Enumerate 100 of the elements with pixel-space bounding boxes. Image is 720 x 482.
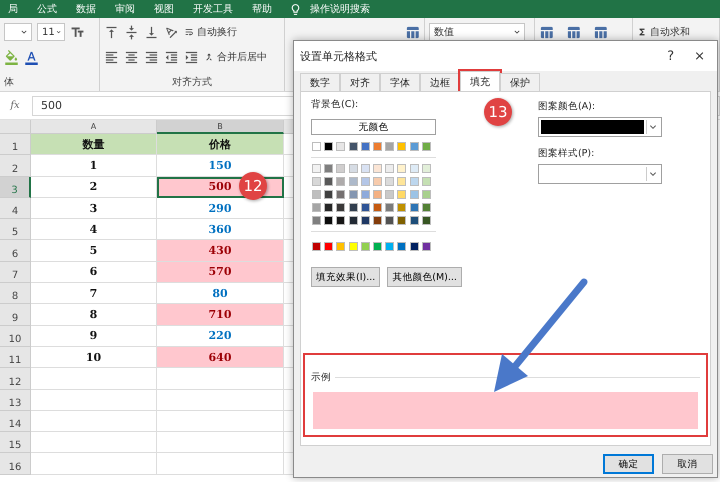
ribbon-tab[interactable]: 帮助 <box>244 2 283 16</box>
dialog-tab[interactable]: 边框 <box>420 73 460 91</box>
column-header[interactable]: B <box>157 120 284 134</box>
font-size-field[interactable]: 11 <box>37 23 65 41</box>
wrap-text-button[interactable]: 自动换行 <box>184 25 237 39</box>
align-left-icon[interactable] <box>104 50 119 64</box>
color-swatch[interactable] <box>372 177 382 186</box>
color-swatch[interactable] <box>422 164 431 173</box>
color-swatch[interactable] <box>360 242 370 251</box>
ribbon-tab[interactable]: 局 <box>0 2 29 16</box>
pattern-color-dropdown[interactable] <box>538 117 662 137</box>
align-bottom-icon[interactable] <box>144 24 159 40</box>
color-swatch[interactable] <box>324 216 334 225</box>
color-swatch[interactable] <box>397 242 406 251</box>
row-header[interactable]: 11 <box>0 346 31 368</box>
color-swatch[interactable] <box>385 177 394 186</box>
align-center-icon[interactable] <box>124 50 139 64</box>
sigma-icon[interactable] <box>637 27 647 37</box>
color-swatch[interactable] <box>372 203 382 212</box>
font-name-field[interactable] <box>4 23 32 41</box>
color-swatch[interactable] <box>397 142 406 151</box>
indent-decrease-icon[interactable] <box>164 50 179 64</box>
color-swatch[interactable] <box>372 216 382 225</box>
no-color-button[interactable]: 无颜色 <box>311 119 436 135</box>
ok-button[interactable]: 确定 <box>603 454 654 474</box>
color-swatch[interactable] <box>348 203 358 212</box>
merge-center-button[interactable]: 合并后居中 <box>204 50 267 64</box>
ribbon-tab[interactable]: 开发工具 <box>185 2 244 16</box>
number-format-field[interactable]: 数值 <box>429 23 525 41</box>
align-top-icon[interactable] <box>104 24 119 40</box>
color-swatch[interactable] <box>372 190 382 199</box>
column-header[interactable]: A <box>31 120 157 134</box>
ribbon-tab[interactable]: 公式 <box>29 2 68 16</box>
color-swatch[interactable] <box>385 203 394 212</box>
color-swatch[interactable] <box>324 177 334 186</box>
color-swatch[interactable] <box>348 164 358 173</box>
color-swatch[interactable] <box>372 142 382 151</box>
row-header[interactable]: 2 <box>0 155 31 177</box>
close-button[interactable]: × <box>688 48 711 64</box>
color-swatch[interactable] <box>385 142 394 151</box>
color-swatch[interactable] <box>324 203 334 212</box>
color-swatch[interactable] <box>410 142 418 151</box>
color-swatch[interactable] <box>410 216 418 225</box>
row-header[interactable]: 13 <box>0 390 31 411</box>
indent-increase-icon[interactable] <box>184 50 199 64</box>
table-icon[interactable] <box>405 24 420 40</box>
color-swatch[interactable] <box>385 164 394 173</box>
color-swatch[interactable] <box>336 142 346 151</box>
ribbon-tab[interactable]: 视图 <box>146 2 185 16</box>
font-color-icon[interactable] <box>24 50 39 64</box>
autosum-button[interactable]: 自动求和 <box>637 25 690 39</box>
color-swatch[interactable] <box>385 242 394 251</box>
color-swatch[interactable] <box>312 164 321 173</box>
row-header[interactable]: 16 <box>0 453 31 475</box>
dialog-tab[interactable]: 数字 <box>300 73 340 91</box>
color-swatch[interactable] <box>360 203 370 212</box>
merge-icon[interactable] <box>204 52 214 62</box>
color-swatch[interactable] <box>422 242 431 251</box>
color-swatch[interactable] <box>336 216 346 225</box>
color-swatch[interactable] <box>360 177 370 186</box>
color-swatch[interactable] <box>360 164 370 173</box>
color-swatch[interactable] <box>312 177 321 186</box>
row-header[interactable]: 3 <box>0 176 31 198</box>
color-swatch[interactable] <box>348 216 358 225</box>
color-swatch[interactable] <box>336 164 346 173</box>
grow-font-icon[interactable] <box>70 24 85 40</box>
ribbon-tab[interactable]: 审阅 <box>107 2 146 16</box>
color-swatch[interactable] <box>360 216 370 225</box>
color-swatch[interactable] <box>410 164 418 173</box>
color-swatch[interactable] <box>336 177 346 186</box>
color-swatch[interactable] <box>422 142 431 151</box>
help-button[interactable]: ? <box>661 48 680 64</box>
color-swatch[interactable] <box>348 242 358 251</box>
dialog-tab[interactable]: 填充 <box>460 71 500 91</box>
wrap-text-icon[interactable] <box>184 27 194 37</box>
ribbon-tab[interactable]: 数据 <box>68 2 107 16</box>
color-swatch[interactable] <box>410 177 418 186</box>
fill-effects-button[interactable]: 填充效果(I)... <box>311 267 380 287</box>
row-header[interactable]: 7 <box>0 262 31 284</box>
color-swatch[interactable] <box>422 216 431 225</box>
color-swatch[interactable] <box>410 203 418 212</box>
color-swatch[interactable] <box>312 142 321 151</box>
color-swatch[interactable] <box>372 242 382 251</box>
color-swatch[interactable] <box>422 203 431 212</box>
color-swatch[interactable] <box>422 190 431 199</box>
color-swatch[interactable] <box>324 190 334 199</box>
color-swatch[interactable] <box>336 242 346 251</box>
color-swatch[interactable] <box>348 190 358 199</box>
row-header[interactable]: 15 <box>0 432 31 454</box>
color-swatch[interactable] <box>360 142 370 151</box>
row-header[interactable]: 10 <box>0 326 31 347</box>
row-header[interactable]: 1 <box>0 134 31 156</box>
more-colors-button[interactable]: 其他颜色(M)... <box>387 267 462 287</box>
row-header[interactable]: 14 <box>0 410 31 432</box>
color-swatch[interactable] <box>324 242 334 251</box>
color-swatch[interactable] <box>397 177 406 186</box>
color-swatch[interactable] <box>312 190 321 199</box>
color-swatch[interactable] <box>360 190 370 199</box>
color-swatch[interactable] <box>410 190 418 199</box>
row-header[interactable]: 5 <box>0 219 31 240</box>
